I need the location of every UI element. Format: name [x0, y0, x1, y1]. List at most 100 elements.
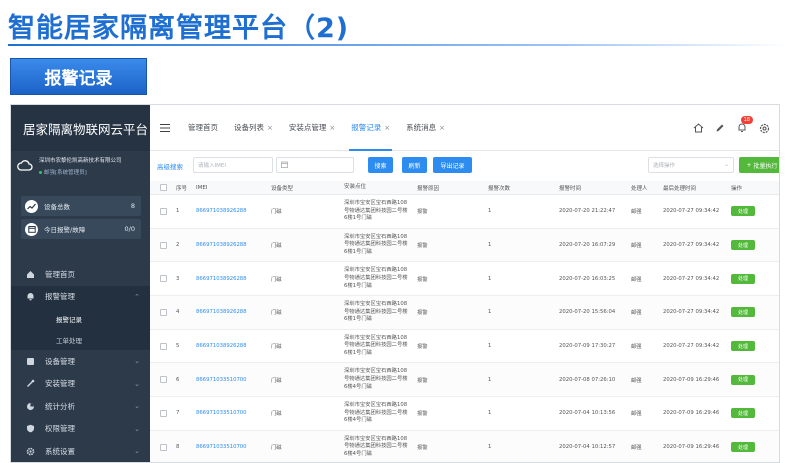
- imei-link[interactable]: 866971038926288: [196, 242, 271, 248]
- sidebar-subitem-alarm-records[interactable]: 报警记录: [11, 308, 150, 329]
- row-index: 4: [176, 309, 180, 316]
- col-header[interactable]: IMEI: [196, 185, 271, 191]
- col-header[interactable]: 设备类型: [271, 184, 344, 192]
- install-location: 深圳市宝安区宝石西路108 号物通达集团科技园二号楼 6楼1号门磁: [344, 234, 417, 257]
- tab-system-messages[interactable]: 系统消息 ×: [398, 105, 453, 151]
- alarm-reason: 报警: [417, 411, 428, 418]
- row-checkbox[interactable]: [159, 275, 167, 283]
- table-row[interactable]: 7 866971033510700 门磁 深圳市宝安区宝石西路108 号物通达集…: [150, 397, 779, 431]
- menu-toggle-icon[interactable]: [150, 123, 180, 132]
- handle-button[interactable]: 处理: [731, 273, 755, 284]
- col-header[interactable]: 报警次数: [488, 184, 559, 192]
- edit-icon[interactable]: [709, 123, 731, 133]
- handle-button[interactable]: 处理: [731, 374, 755, 385]
- stat-device-total[interactable]: 设备总数 8: [21, 196, 141, 216]
- col-header[interactable]: 安装点位: [344, 184, 417, 192]
- tab-alarm-records[interactable]: 报警记录 ×: [343, 105, 398, 151]
- handler: 邮强: [631, 310, 642, 317]
- col-header[interactable]: 处理人: [631, 184, 663, 192]
- home-icon[interactable]: [687, 123, 709, 133]
- handle-button[interactable]: 处理: [731, 408, 755, 419]
- sidebar-item-home[interactable]: 管理首页: [11, 263, 150, 286]
- refresh-button[interactable]: 刷新: [402, 157, 427, 173]
- col-header[interactable]: 序号: [176, 184, 196, 192]
- stat-today-alarm[interactable]: 今日报警/故障 0/0: [21, 219, 141, 239]
- close-icon[interactable]: ×: [267, 124, 273, 132]
- row-checkbox[interactable]: [159, 241, 167, 249]
- sidebar-item-stats[interactable]: 统计分析 ⌄: [11, 395, 150, 418]
- row-index: 3: [176, 275, 180, 282]
- imei-link[interactable]: 866971038926288: [196, 343, 271, 349]
- alarm-count: 1: [488, 444, 492, 451]
- imei-link[interactable]: 866971033510700: [196, 377, 271, 383]
- sidebar-item-settings[interactable]: 系统设置 ⌄: [11, 440, 150, 462]
- sidebar-item-alarm[interactable]: 报警管理 ⌃: [11, 285, 150, 308]
- bell-icon[interactable]: 18: [731, 116, 753, 133]
- row-checkbox[interactable]: [159, 342, 167, 350]
- col-header[interactable]: 最后处理时间: [663, 184, 731, 192]
- install-location: 深圳市宝安区宝石西路108 号物通达集团科技园二号楼 6楼1号门磁: [344, 267, 417, 290]
- row-checkbox[interactable]: [159, 308, 167, 316]
- app-title: 居家隔离物联网云平台: [11, 105, 150, 151]
- row-checkbox[interactable]: [159, 409, 167, 417]
- calendar-icon: [25, 222, 38, 236]
- select-all-checkbox[interactable]: [159, 184, 167, 191]
- col-header[interactable]: 报警时间: [559, 184, 631, 192]
- date-range-input[interactable]: [276, 157, 354, 173]
- handle-button[interactable]: 处理: [731, 442, 755, 453]
- handle-button[interactable]: 处理: [731, 206, 755, 217]
- tab-label: 安装点管理: [288, 123, 327, 132]
- row-checkbox[interactable]: [159, 207, 167, 215]
- sidebar-subitem-work-orders[interactable]: 工单处理: [11, 329, 150, 350]
- operation-select[interactable]: 选择操作 ⌄: [648, 157, 734, 173]
- handle-button[interactable]: 处理: [731, 341, 755, 352]
- row-index: 7: [176, 410, 180, 417]
- table-row[interactable]: 1 866971038926288 门磁 深圳市宝安区宝石西路108 号物通达集…: [150, 195, 779, 229]
- col-header[interactable]: 报警原因: [417, 184, 488, 192]
- imei-input[interactable]: 请输入IMEI: [193, 157, 273, 173]
- chevron-down-icon: ⌄: [134, 357, 140, 366]
- close-icon[interactable]: ×: [329, 124, 335, 132]
- table-row[interactable]: 5 866971038926288 门磁 深圳市宝安区宝石西路108 号物通达集…: [150, 329, 779, 364]
- tab-install-points[interactable]: 安装点管理 ×: [281, 105, 343, 151]
- close-icon[interactable]: ×: [439, 124, 445, 132]
- row-checkbox[interactable]: [159, 443, 167, 451]
- tab-device-list[interactable]: 设备列表 ×: [226, 105, 281, 151]
- batch-execute-button[interactable]: + 批量执行: [739, 157, 779, 173]
- imei-link[interactable]: 866971038926288: [196, 208, 271, 214]
- stat-label: 今日报警/故障: [44, 226, 86, 234]
- company-card: 深圳市农黎伦凯高新技术有限公司 邮强[系统管理员]: [11, 155, 150, 189]
- advanced-search-link[interactable]: 高级搜索: [157, 161, 183, 171]
- sidebar-item-permission[interactable]: 权限管理 ⌄: [11, 418, 150, 441]
- table-row[interactable]: 3 866971038926288 门磁 深圳市宝安区宝石西路108 号物通达集…: [150, 262, 779, 297]
- export-button[interactable]: 导出记录: [433, 157, 472, 173]
- handle-button[interactable]: 处理: [731, 240, 755, 251]
- button-label: 批量执行: [753, 162, 778, 170]
- table-row[interactable]: 8 866971033510700 门磁 深圳市宝安区宝石西路108 号物通达集…: [150, 430, 779, 462]
- row-index: 6: [176, 376, 180, 383]
- sidebar-item-install[interactable]: 安装管理 ⌄: [11, 373, 150, 396]
- imei-link[interactable]: 866971038926288: [196, 309, 271, 315]
- row-checkbox[interactable]: [159, 376, 167, 384]
- sidebar-item-device[interactable]: 设备管理 ⌄: [11, 350, 150, 373]
- handle-button[interactable]: 处理: [731, 307, 755, 318]
- close-icon[interactable]: ×: [384, 124, 390, 132]
- tab-label: 管理首页: [188, 123, 218, 132]
- search-button[interactable]: 搜索: [368, 157, 393, 173]
- install-location: 深圳市宝安区宝石西路108 号物通达集团科技园二号楼 6楼4号门磁: [344, 402, 417, 425]
- chart-icon: [26, 402, 36, 411]
- gear-icon: [26, 447, 36, 456]
- table-row[interactable]: 6 866971033510700 门磁 深圳市宝安区宝石西路108 号物通达集…: [150, 363, 779, 398]
- install-location: 深圳市宝安区宝石西路108 号物通达集团科技园二号楼 6楼4号门磁: [344, 368, 417, 391]
- alarm-count: 1: [488, 242, 492, 249]
- table-row[interactable]: 2 866971038926288 门磁 深圳市宝安区宝石西路108 号物通达集…: [150, 228, 779, 263]
- settings-icon[interactable]: [753, 123, 775, 134]
- imei-link[interactable]: 866971033510700: [196, 444, 271, 450]
- device-type: 门磁: [271, 276, 282, 283]
- location-line: 6楼1号门磁: [344, 316, 372, 323]
- imei-link[interactable]: 866971038926288: [196, 276, 271, 282]
- tab-home[interactable]: 管理首页: [180, 105, 226, 151]
- imei-link[interactable]: 866971033510700: [196, 410, 271, 416]
- row-index: 8: [176, 444, 180, 451]
- table-row[interactable]: 4 866971038926288 门磁 深圳市宝安区宝石西路108 号物通达集…: [150, 296, 779, 330]
